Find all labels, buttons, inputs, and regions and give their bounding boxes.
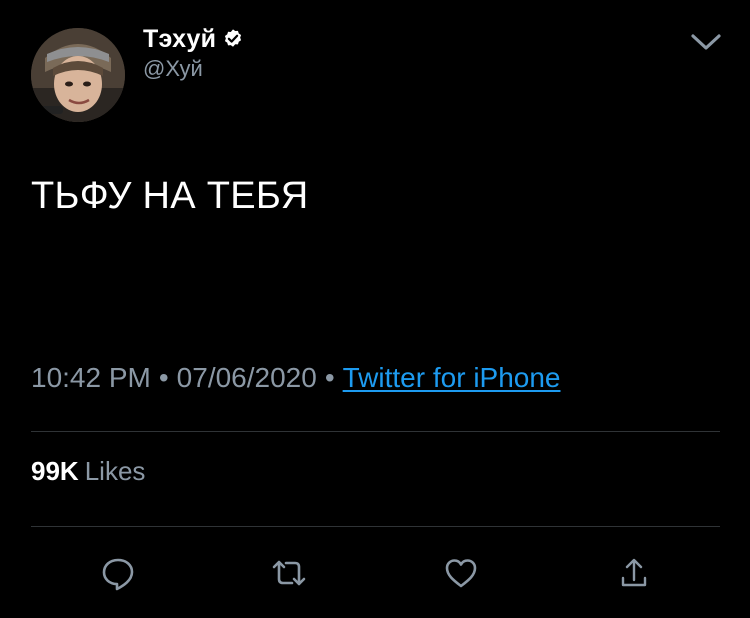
author-name[interactable]: Тэхуй [143, 25, 216, 54]
like-button[interactable] [441, 553, 481, 593]
tweet-source-link[interactable]: Twitter for iPhone [343, 362, 561, 393]
author-name-row[interactable]: Тэхуй [143, 22, 244, 56]
verified-badge-icon [222, 28, 244, 50]
likes-count: 99K [31, 456, 79, 486]
avatar-image [31, 28, 125, 122]
meta-separator: • [158, 362, 169, 393]
retweet-icon [270, 555, 308, 591]
chevron-down-icon[interactable] [690, 30, 722, 54]
reply-button[interactable] [98, 553, 138, 593]
likes-label: Likes [84, 456, 146, 486]
tweet-date[interactable]: 07/06/2020 [177, 362, 317, 393]
tweet-metadata: 10:42 PM • 07/06/2020 • Twitter for iPhone [31, 362, 561, 394]
author-handle[interactable]: @Хуй [143, 56, 203, 82]
meta-separator: • [324, 362, 335, 393]
heart-icon [443, 556, 479, 590]
divider [31, 431, 720, 432]
tweet-detail: Тэхуй @Хуй ТЬФУ НА ТЕБЯ 10:42 PM • 07/06/2… [0, 0, 750, 618]
reply-icon [100, 555, 136, 591]
divider [31, 526, 720, 527]
likes-stat[interactable]: 99K Likes [31, 456, 145, 487]
share-icon [618, 556, 650, 590]
tweet-text: ТЬФУ НА ТЕБЯ [31, 175, 309, 217]
share-button[interactable] [614, 553, 654, 593]
tweet-time[interactable]: 10:42 PM [31, 362, 151, 393]
avatar[interactable] [31, 28, 125, 122]
retweet-button[interactable] [269, 553, 309, 593]
